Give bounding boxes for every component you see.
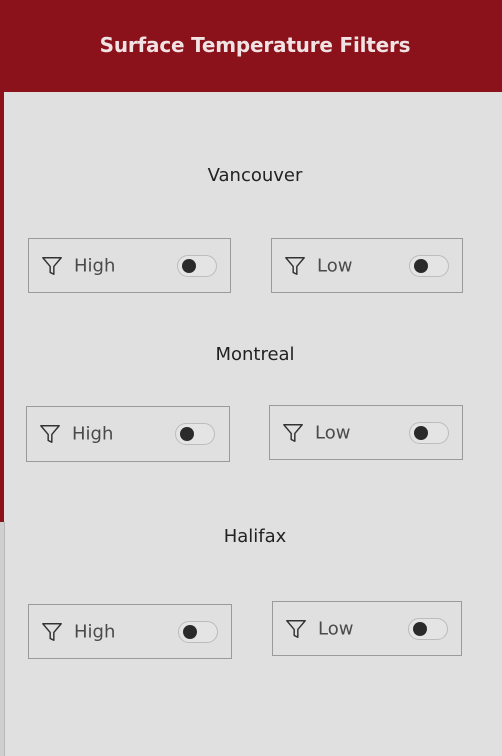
vancouver-high-toggle[interactable]: [177, 254, 217, 277]
filter-icon: [286, 619, 306, 638]
filter-icon: [40, 425, 60, 443]
page-title: Surface Temperature Filters: [99, 33, 411, 57]
filter-icon: [42, 622, 62, 641]
vancouver-low-filter[interactable]: Low: [271, 238, 463, 293]
city-label-montreal: Montreal: [215, 344, 295, 365]
side-panel-edge: [0, 92, 7, 522]
filter-label-low: Low: [317, 255, 353, 276]
filter-label-high: High: [72, 423, 114, 445]
montreal-high-toggle[interactable]: [175, 423, 215, 445]
header-bar: Surface Temperature Filters: [0, 0, 502, 92]
city-label-vancouver: Vancouver: [207, 165, 303, 186]
toggle-knob: [414, 258, 428, 273]
vancouver-high-filter[interactable]: High: [28, 238, 231, 293]
halifax-high-filter[interactable]: High: [28, 604, 232, 659]
halifax-high-toggle[interactable]: [178, 620, 218, 643]
toggle-knob: [180, 427, 194, 441]
montreal-low-toggle[interactable]: [409, 421, 449, 444]
toggle-knob: [413, 621, 427, 636]
side-panel-edge-lower: [0, 522, 5, 756]
toggle-knob: [414, 425, 428, 440]
toggle-knob: [182, 258, 196, 273]
toggle-knob: [183, 624, 197, 639]
filter-icon: [283, 423, 303, 442]
halifax-low-toggle[interactable]: [408, 617, 448, 640]
montreal-high-filter[interactable]: High: [26, 406, 230, 462]
halifax-low-filter[interactable]: Low: [272, 601, 462, 656]
vancouver-low-toggle[interactable]: [409, 254, 449, 277]
city-label-halifax: Halifax: [223, 526, 287, 547]
filter-label-low: Low: [315, 422, 351, 443]
filter-icon: [285, 256, 305, 275]
montreal-low-filter[interactable]: Low: [269, 405, 463, 460]
filter-icon: [42, 256, 62, 275]
filter-label-high: High: [74, 255, 116, 276]
filter-label-low: Low: [318, 618, 354, 639]
filter-label-high: High: [74, 621, 116, 642]
